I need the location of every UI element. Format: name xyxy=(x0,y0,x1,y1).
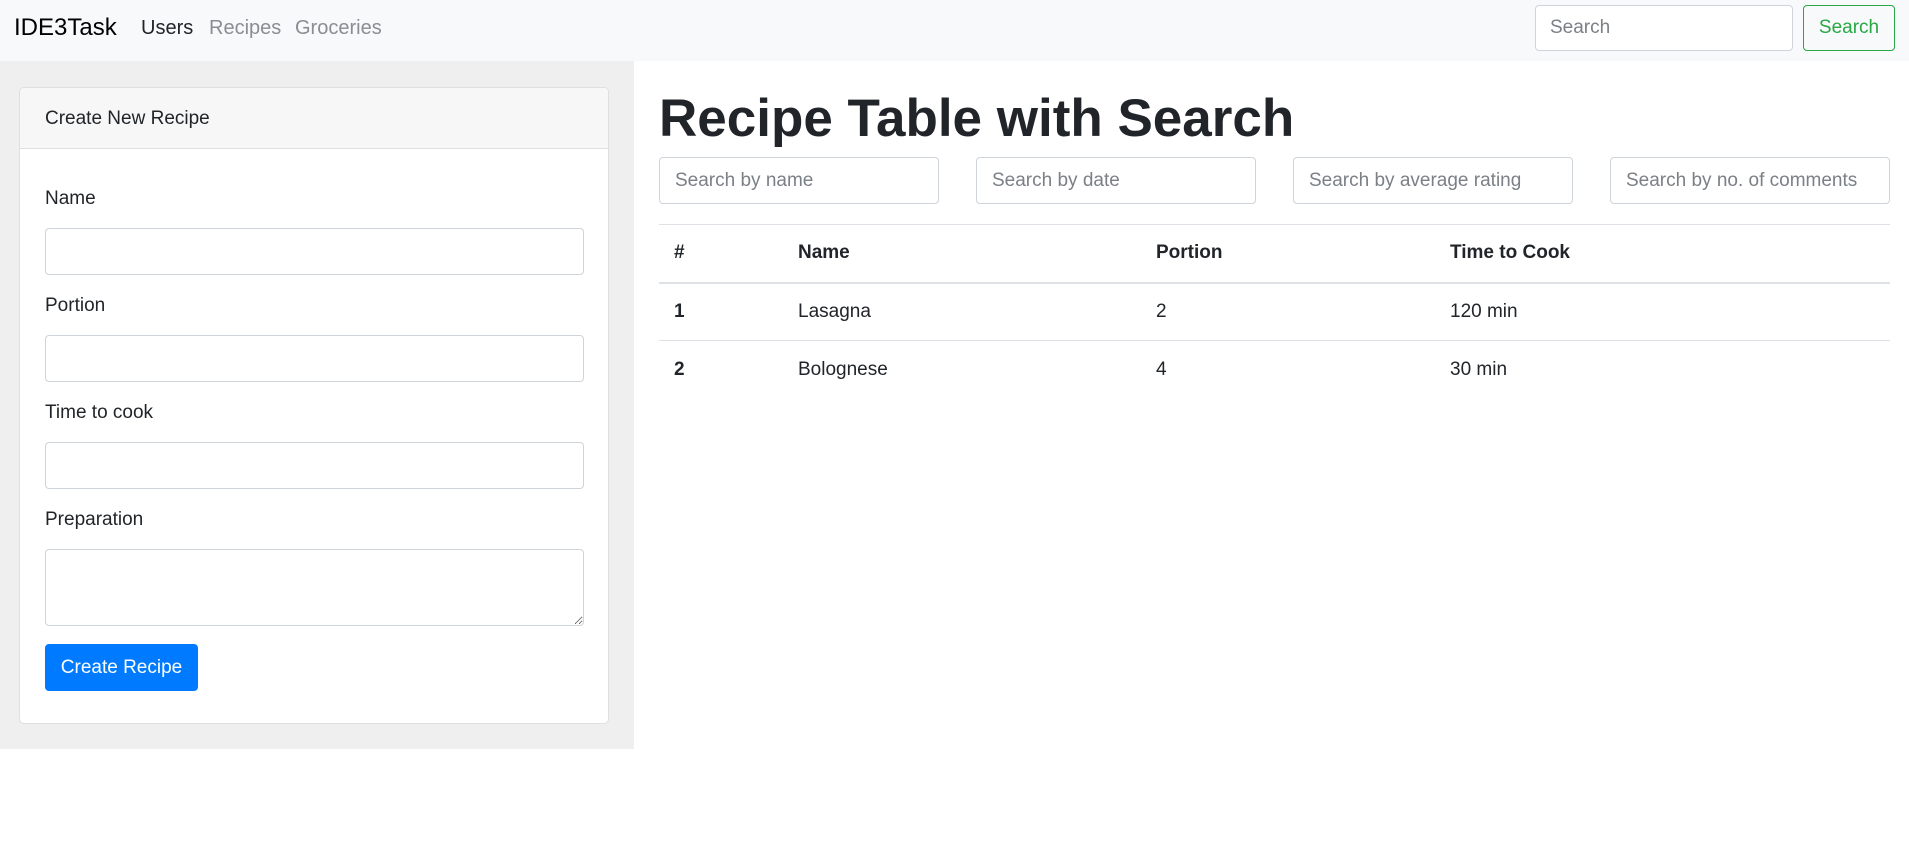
recipe-name-input[interactable] xyxy=(45,228,584,275)
cell-name: Bolognese xyxy=(798,358,888,380)
preparation-label: Preparation xyxy=(45,509,144,530)
time-to-cook-label: Time to cook xyxy=(45,402,154,423)
nav-link-recipes[interactable]: Recipes xyxy=(209,16,281,40)
cell-portion: 4 xyxy=(1156,358,1167,380)
nav-link-users[interactable]: Users xyxy=(141,16,193,40)
cell-portion: 2 xyxy=(1156,300,1167,322)
recipe-preparation-textarea[interactable] xyxy=(45,549,584,626)
header-name[interactable]: Name xyxy=(783,225,1141,283)
filter-date-input[interactable] xyxy=(976,157,1256,204)
navbar-search-button[interactable]: Search xyxy=(1803,5,1895,51)
table-header-row: # Name Portion Time to Cook xyxy=(659,224,1890,283)
cell-time: 30 min xyxy=(1450,358,1508,380)
recipe-table: # Name Portion Time to Cook 1 Lasagna 2 … xyxy=(659,224,1890,399)
top-navbar: IDE3Task Users Recipes Groceries Search xyxy=(0,0,1909,61)
table-row[interactable]: 2 Bolognese 4 30 min xyxy=(659,341,1890,399)
portion-label: Portion xyxy=(45,295,106,316)
header-portion[interactable]: Portion xyxy=(1141,225,1435,283)
card-header: Create New Recipe xyxy=(20,88,608,149)
filter-name-input[interactable] xyxy=(659,157,939,204)
filter-rating-input[interactable] xyxy=(1293,157,1573,204)
create-recipe-button[interactable]: Create Recipe xyxy=(45,644,198,691)
filter-comments-input[interactable] xyxy=(1610,157,1890,204)
name-label: Name xyxy=(45,188,96,209)
recipe-portion-input[interactable] xyxy=(45,335,584,382)
cell-index: 1 xyxy=(674,300,685,322)
header-index[interactable]: # xyxy=(659,225,783,283)
header-time-to-cook[interactable]: Time to Cook xyxy=(1435,225,1890,283)
cell-name: Lasagna xyxy=(798,300,871,322)
nav-link-groceries[interactable]: Groceries xyxy=(295,16,382,40)
table-row[interactable]: 1 Lasagna 2 120 min xyxy=(659,283,1890,341)
page-title: Recipe Table with Search xyxy=(659,89,1295,148)
cell-index: 2 xyxy=(674,358,685,380)
cell-time: 120 min xyxy=(1450,300,1518,322)
left-panel: Create New Recipe Name Portion Time to c… xyxy=(0,61,634,749)
brand-logo[interactable]: IDE3Task xyxy=(14,13,117,43)
navbar-search-input[interactable] xyxy=(1535,5,1793,51)
create-recipe-card: Create New Recipe Name Portion Time to c… xyxy=(19,87,609,724)
recipe-time-input[interactable] xyxy=(45,442,584,489)
